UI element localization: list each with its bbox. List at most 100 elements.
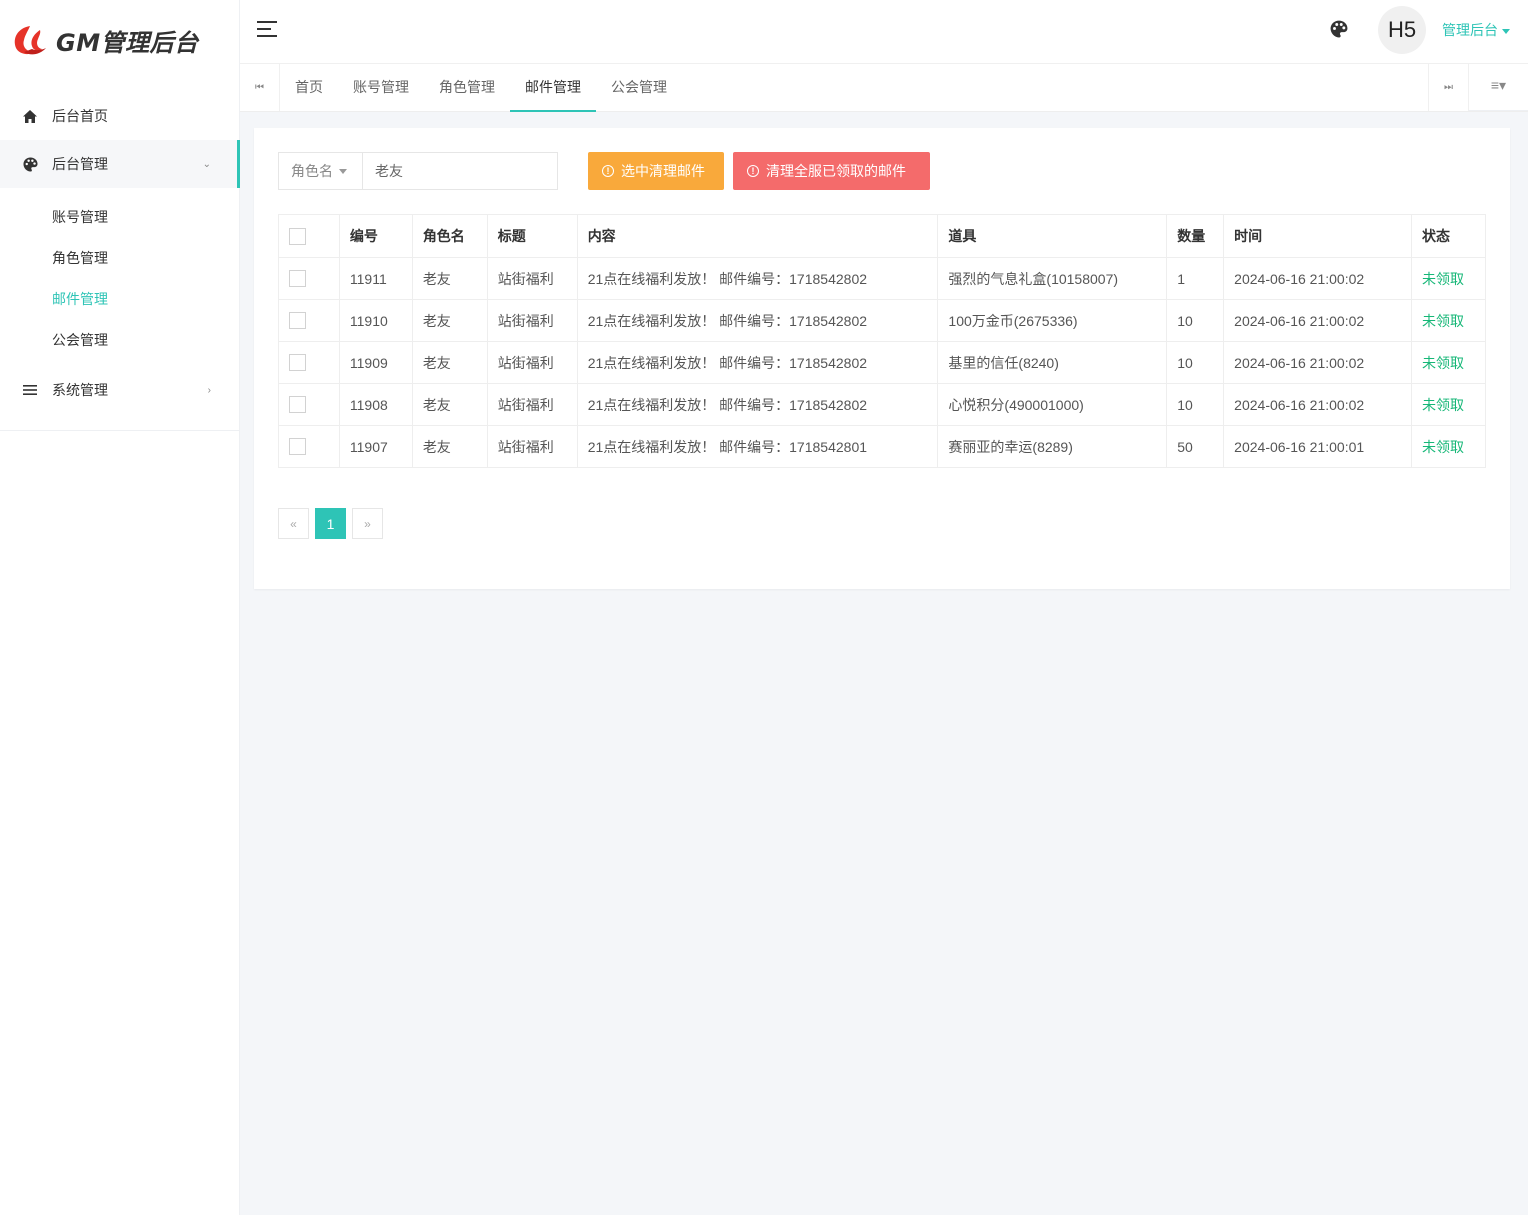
row-checkbox[interactable] (289, 438, 306, 456)
user-menu-dropdown[interactable]: 管理后台 (1442, 20, 1510, 40)
cell-qty: 50 (1166, 425, 1225, 468)
sidebar-submenu: 账号管理 角色管理 邮件管理 公会管理 (0, 188, 239, 366)
sidebar-menu: 后台首页 后台管理 ⌄ 账号管理 角色管理 邮件管理 公会管理 系统管理 › (0, 80, 240, 431)
cell-item: 赛丽亚的幸运(8289) (937, 425, 1168, 468)
chevron-down-icon: ⌄ (202, 158, 211, 170)
column-header-qty[interactable]: 数量 (1166, 214, 1225, 258)
column-header-time[interactable]: 时间 (1223, 214, 1412, 258)
column-header-role[interactable]: 角色名 (411, 214, 488, 258)
pagination-page-1[interactable]: 1 (315, 508, 346, 539)
top-header: H5 管理后台 (240, 0, 1528, 64)
column-header-id[interactable]: 编号 (338, 214, 413, 258)
row-checkbox[interactable] (289, 270, 306, 288)
sidebar-toggle-icon[interactable] (257, 21, 277, 37)
table-row[interactable]: 11908 老友 站街福利 21点在线福利发放！ 邮件编号：1718542802… (278, 383, 1486, 426)
sidebar-item-label: 系统管理 (52, 382, 108, 398)
button-label: 选中清理邮件 (621, 163, 705, 179)
table-row[interactable]: 11907 老友 站街福利 21点在线福利发放！ 邮件编号：1718542801… (278, 425, 1486, 468)
button-label: 清理全服已领取的邮件 (766, 163, 906, 179)
tab-guilds[interactable]: 公会管理 (596, 64, 682, 112)
search-field-label: 角色名 (291, 163, 333, 179)
cell-role: 老友 (411, 383, 488, 426)
cell-time: 2024-06-16 21:00:02 (1223, 257, 1412, 300)
sidebar-subitem-roles[interactable]: 角色管理 (0, 237, 239, 278)
column-header-title[interactable]: 标题 (486, 214, 578, 258)
mail-table: 编号 角色名 标题 内容 道具 数量 时间 状态 11911 老友 站街福利 2… (278, 214, 1486, 468)
page-tabs-bar: ⏮ 首页 账号管理 角色管理 邮件管理 公会管理 ⏭ ≡▾ (240, 64, 1528, 112)
cell-qty: 1 (1166, 257, 1225, 300)
cell-item: 强烈的气息礼盒(10158007) (937, 257, 1168, 300)
cell-role: 老友 (411, 299, 488, 342)
cell-content: 21点在线福利发放！ 邮件编号：1718542802 (576, 383, 939, 426)
pagination-next-button[interactable]: » (352, 508, 383, 539)
row-checkbox[interactable] (289, 312, 306, 330)
search-input[interactable] (363, 153, 557, 189)
cell-status: 未领取 (1411, 257, 1486, 300)
avatar[interactable]: H5 (1378, 6, 1426, 54)
select-all-checkbox[interactable] (289, 227, 306, 245)
clear-all-claimed-mail-button[interactable]: ! 清理全服已领取的邮件 (733, 152, 930, 190)
cell-role: 老友 (411, 425, 488, 468)
tab-home[interactable]: 首页 (280, 64, 338, 112)
info-icon: ! (747, 165, 759, 177)
cell-time: 2024-06-16 21:00:02 (1223, 341, 1412, 384)
cell-qty: 10 (1166, 299, 1225, 342)
tabs-menu-icon[interactable]: ≡▾ (1468, 64, 1528, 111)
row-checkbox[interactable] (289, 354, 306, 372)
row-checkbox[interactable] (289, 396, 306, 414)
sidebar-subitem-guilds[interactable]: 公会管理 (0, 319, 239, 360)
cell-content: 21点在线福利发放！ 邮件编号：1718542801 (576, 425, 939, 468)
cell-id: 11910 (338, 299, 413, 342)
cell-title: 站街福利 (486, 257, 578, 300)
theme-palette-icon[interactable] (1330, 20, 1350, 40)
cell-item: 基里的信任(8240) (937, 341, 1168, 384)
cell-status: 未领取 (1411, 383, 1486, 426)
table-row[interactable]: 11911 老友 站街福利 21点在线福利发放！ 邮件编号：1718542802… (278, 257, 1486, 300)
logo[interactable]: GM管理后台 (0, 0, 239, 80)
cell-content: 21点在线福利发放！ 邮件编号：1718542802 (576, 341, 939, 384)
tab-roles[interactable]: 角色管理 (424, 64, 510, 112)
cell-qty: 10 (1166, 341, 1225, 384)
column-header-status[interactable]: 状态 (1411, 214, 1486, 258)
cell-time: 2024-06-16 21:00:01 (1223, 425, 1412, 468)
cell-title: 站街福利 (486, 383, 578, 426)
tabs-scroll-right-icon[interactable]: ⏭ (1428, 64, 1468, 111)
search-group: 角色名 (278, 152, 558, 190)
cell-status: 未领取 (1411, 299, 1486, 342)
sidebar-item-label: 后台首页 (52, 108, 108, 124)
cell-id: 11911 (338, 257, 413, 300)
cell-content: 21点在线福利发放！ 邮件编号：1718542802 (576, 257, 939, 300)
cell-role: 老友 (411, 257, 488, 300)
table-row[interactable]: 11909 老友 站街福利 21点在线福利发放！ 邮件编号：1718542802… (278, 341, 1486, 384)
cell-id: 11908 (338, 383, 413, 426)
sidebar-item-system[interactable]: 系统管理 › (0, 366, 239, 414)
mail-management-panel: 角色名 ! 选中清理邮件 ! 清理全服已领取的邮件 编号 角色名 标题 内容 道… (254, 128, 1510, 589)
cell-status: 未领取 (1411, 341, 1486, 384)
palette-icon (22, 156, 38, 172)
sidebar: GM管理后台 后台首页 后台管理 ⌄ 账号管理 角色管理 邮件管理 公会管理 系… (0, 0, 240, 1215)
sidebar-item-label: 后台管理 (52, 156, 108, 172)
tabs-scroll-left-icon[interactable]: ⏮ (240, 64, 280, 111)
caret-down-icon (339, 168, 347, 174)
search-field-select[interactable]: 角色名 (279, 153, 363, 189)
sidebar-subitem-mail[interactable]: 邮件管理 (0, 278, 239, 319)
sidebar-item-dashboard[interactable]: 后台首页 (0, 92, 239, 140)
sidebar-subitem-accounts[interactable]: 账号管理 (0, 196, 239, 237)
column-header-content[interactable]: 内容 (576, 214, 939, 258)
clear-selected-mail-button[interactable]: ! 选中清理邮件 (588, 152, 724, 190)
cell-item: 100万金币(2675336) (937, 299, 1168, 342)
list-icon (22, 382, 38, 398)
tab-mail[interactable]: 邮件管理 (510, 64, 596, 112)
column-header-item[interactable]: 道具 (937, 214, 1168, 258)
sidebar-item-admin[interactable]: 后台管理 ⌄ (0, 140, 240, 188)
user-menu-label: 管理后台 (1442, 22, 1498, 38)
tab-accounts[interactable]: 账号管理 (338, 64, 424, 112)
cell-status: 未领取 (1411, 425, 1486, 468)
cell-title: 站街福利 (486, 341, 578, 384)
cell-title: 站街福利 (486, 425, 578, 468)
cell-time: 2024-06-16 21:00:02 (1223, 299, 1412, 342)
pagination-prev-button[interactable]: « (278, 508, 309, 539)
cell-title: 站街福利 (486, 299, 578, 342)
table-row[interactable]: 11910 老友 站街福利 21点在线福利发放！ 邮件编号：1718542802… (278, 299, 1486, 342)
cell-id: 11907 (338, 425, 413, 468)
